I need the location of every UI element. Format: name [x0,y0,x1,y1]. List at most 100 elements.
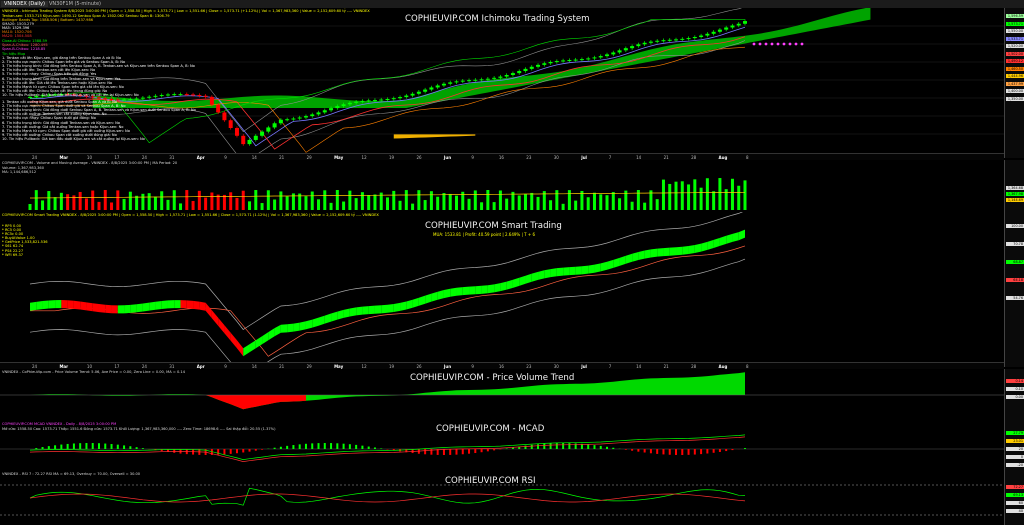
trend-ribbon-segment [80,301,87,311]
candle-body [335,106,340,109]
trend-ribbon-segment [544,269,551,279]
volume-bar [737,185,741,210]
macd-histogram-bar [505,448,508,449]
axis-price-label: 23.01 [1006,439,1024,443]
trend-ribbon-segment [268,328,275,341]
macd-histogram-bar [530,444,533,449]
candle-body [429,87,434,90]
trend-ribbon-segment [211,310,219,326]
volume-bar [273,199,277,210]
macd-histogram-bar [41,447,44,449]
volume-bar [41,200,45,210]
trend-ribbon-segment [92,303,99,313]
smart-trading-axis[interactable]: 100.00 70.78 68.87 64.18 54.76 [1004,212,1024,367]
macd-pane[interactable]: COPHIEUVIP.COM MCAD VNINDEX - Daily - 8/… [0,421,1004,472]
pvt-axis[interactable]: 0.14 0.10 0.00 [1004,369,1024,421]
volume-bar [473,190,477,210]
projection-dot [776,42,780,46]
candle-body [542,63,547,65]
macd-histogram-bar [725,449,728,452]
trend-ribbon-segment [701,241,708,252]
axis-price-label: 1,144.69 [1006,198,1024,202]
trend-ribbon-segment [607,259,614,270]
volume-bar [317,199,321,210]
volume-bar [179,203,183,210]
trend-ribbon-segment [487,284,495,294]
trend-ribbon-segment [588,264,595,274]
candle-body [699,35,704,37]
candle-body [667,39,672,41]
macd-histogram-bar [311,443,314,449]
macd-histogram-bar [549,443,552,449]
volume-pane[interactable]: COPHIEUVIP.COM - Volume and Moving Avera… [0,160,1004,213]
trend-ribbon-segment [36,301,43,310]
macd-subheader: Mở cửa: 1558.50 Cao: 1573.71 Thấp: 1551.… [2,427,276,431]
pvt-pane[interactable]: VNINDEX - CoPhieuVip.com - Price Volume … [0,369,1004,422]
candle-body [310,114,315,117]
smart-trading-pane[interactable]: COPHIEUVIP.COM Smart Trading VNINDEX - 8… [0,212,1004,368]
volume-bar [643,202,647,210]
axis-price-label: 70.78 [1006,242,1024,246]
ichimoku-price-axis[interactable]: 1,596.59 1,573.71 1,550.00 1,533.71 1,520.00… [1004,8,1024,158]
macd-axis[interactable]: 27.79 23.01 20 0 -20 [1004,421,1024,471]
trend-ribbon-segment [149,301,156,311]
volume-axis[interactable]: 1,364.68 1,367.98 1,144.69 [1004,160,1024,212]
trend-ribbon-segment [600,261,608,272]
trend-ribbon-segment [55,300,62,309]
projection-dot [782,42,786,46]
volume-bar [335,190,339,210]
trend-ribbon-segment [180,300,187,309]
macd-histogram-bar [568,443,571,449]
tab-vnindex-daily[interactable]: VNINDEX (Daily) [1,1,48,7]
rsi-pane[interactable]: VNINDEX - RSI 7 : 72.27 RSI MA = 69.13, … [0,471,1004,525]
volume-bar [668,183,672,210]
candle-body [636,44,641,47]
volume-bar [141,193,145,210]
trend-ribbon-segment [280,324,288,333]
trend-ribbon-segment [48,300,56,309]
candle-body [272,123,277,128]
volume-bar [373,194,377,210]
volume-bar [147,193,151,210]
trend-ribbon-segment [305,319,313,330]
trend-ribbon-segment [406,299,413,310]
volume-bar [304,196,308,210]
trend-ribbon-segment [481,285,488,294]
candle-body [592,57,597,59]
candle-body [385,98,390,100]
trend-ribbon-segment [644,249,651,259]
candle-body [372,99,377,101]
candle-body [234,128,239,136]
trend-ribbon-segment [682,246,689,255]
volume-bar [34,190,38,210]
trend-ribbon-segment [676,246,683,256]
candle-body [197,94,202,96]
tab-vn30f1m-5min[interactable]: VN30F1M (5-minute) [46,1,104,7]
macd-histogram-bar [744,448,746,449]
trend-ribbon-segment [381,304,388,314]
volume-bar [705,178,709,210]
trend-ribbon-segment [412,297,419,308]
macd-histogram-bar [91,443,94,449]
candle-body [498,76,503,78]
rsi-axis[interactable]: 72.27 69.13 60 40 [1004,471,1024,525]
axis-price-label: 72.27 [1006,485,1024,489]
volume-bar [511,191,515,210]
trend-ribbon-segment [625,253,633,264]
macd-histogram-bar [424,449,427,455]
trend-ribbon-segment [581,265,589,275]
macd-title: COPHIEUVIP.COM - MCAD [436,424,545,434]
candle-body [435,85,440,88]
candle-body [623,48,628,51]
volume-bar [392,190,396,210]
volume-bar [279,191,283,210]
macd-histogram-bar [54,445,57,449]
macd-histogram-bar [361,445,364,449]
candle-body [674,39,679,41]
ichimoku-pane[interactable]: VNINDEX - Ichimoku Trading System 8/8/20… [0,8,1004,159]
trend-ribbon-segment [155,300,162,310]
axis-price-label: 60 [1006,501,1024,505]
trend-ribbon-segment [174,300,181,309]
trend-ribbon-segment [556,267,564,277]
candle-body [586,58,591,60]
